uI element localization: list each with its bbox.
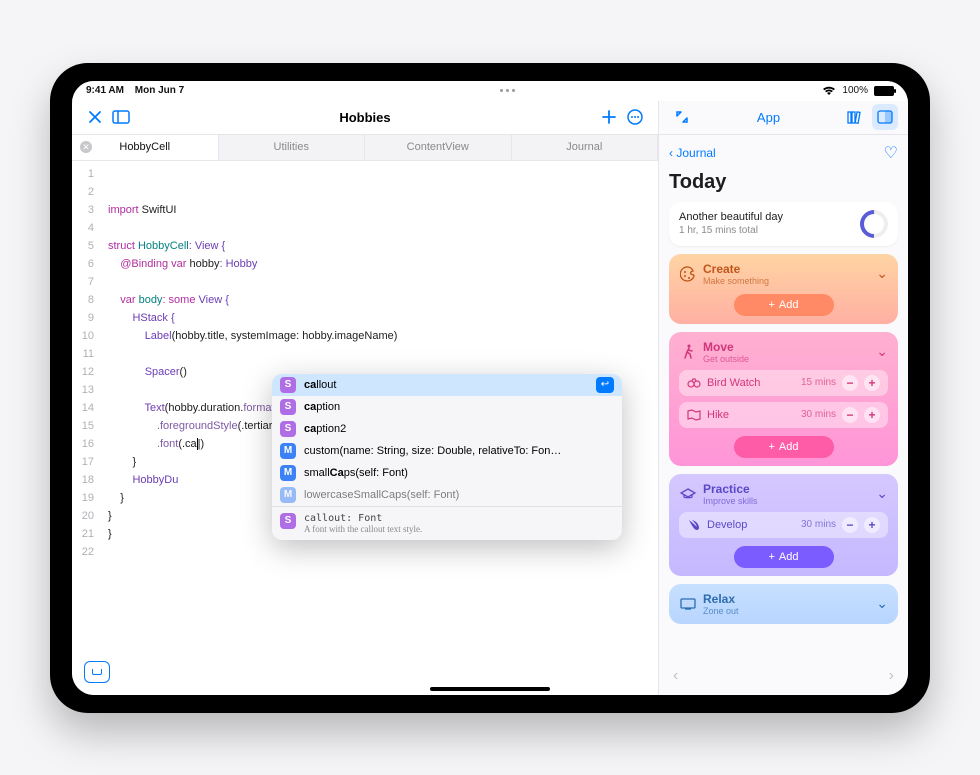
walk-icon — [679, 343, 697, 361]
editor-toolbar: Hobbies — [72, 101, 658, 135]
ipad-frame: 9:41 AM Mon Jun 7 100% Hobbies — [50, 63, 930, 713]
heading-today: Today — [669, 171, 898, 194]
battery-icon — [874, 86, 894, 96]
chevron-down-icon[interactable]: ⌄ — [876, 343, 888, 360]
accept-icon[interactable]: ↩ — [596, 377, 614, 393]
tv-icon — [679, 595, 697, 613]
nav-forward-icon[interactable]: › — [889, 667, 894, 685]
summary-card[interactable]: Another beautiful day 1 hr, 15 mins tota… — [669, 202, 898, 246]
wifi-icon — [822, 86, 836, 96]
swift-icon — [687, 518, 701, 532]
category-practice[interactable]: PracticeImprove skills ⌄ Develop 30 mins… — [669, 474, 898, 576]
add-button[interactable]: + Add — [734, 436, 834, 458]
plus-button[interactable]: + — [864, 375, 880, 391]
add-button[interactable]: + Add — [734, 294, 834, 316]
preview-toolbar: App — [659, 101, 908, 135]
summary-line2: 1 hr, 15 mins total — [679, 225, 783, 236]
category-create[interactable]: CreateMake something ⌄ + Add — [669, 254, 898, 324]
favorite-icon[interactable]: ♡ — [884, 143, 898, 163]
binoculars-icon — [687, 378, 701, 388]
hobby-item[interactable]: Hike 30 mins − + — [679, 402, 888, 428]
category-move[interactable]: MoveGet outside ⌄ Bird Watch 15 mins − + — [669, 332, 898, 466]
tab-close-icon[interactable]: ✕ — [80, 141, 92, 153]
status-date: Mon Jun 7 — [135, 85, 184, 96]
plus-button[interactable]: + — [864, 517, 880, 533]
multitask-dots[interactable] — [500, 89, 515, 92]
struct-badge-icon: S — [280, 421, 296, 437]
autocomplete-item[interactable]: M custom(name: String, size: Double, rel… — [272, 440, 622, 462]
graduation-cap-icon — [679, 485, 697, 503]
autocomplete-item[interactable]: S caption — [272, 396, 622, 418]
status-time: 9:41 AM — [86, 85, 124, 96]
autocomplete-item[interactable]: S callout ↩ — [272, 374, 622, 396]
category-relax[interactable]: RelaxZone out ⌄ — [669, 584, 898, 624]
sidebar-toggle-icon[interactable] — [108, 104, 134, 130]
preview-pane: App ‹ Journal ♡ Today — [658, 101, 908, 695]
library-button[interactable] — [84, 661, 110, 683]
tab-journal[interactable]: Journal — [512, 135, 659, 160]
tab-contentview[interactable]: ContentView — [365, 135, 512, 160]
minus-button[interactable]: − — [842, 517, 858, 533]
nav-back-icon[interactable]: ‹ — [673, 667, 678, 685]
method-badge-icon: M — [280, 465, 296, 481]
workspace: Hobbies ✕ HobbyCell Utilities ContentVie… — [72, 101, 908, 695]
close-icon[interactable] — [82, 104, 108, 130]
more-icon[interactable] — [622, 104, 648, 130]
home-indicator[interactable] — [430, 687, 550, 691]
autocomplete-doc: S callout: Font A font with the callout … — [272, 506, 622, 540]
add-button[interactable]: + Add — [734, 546, 834, 568]
preview-nav: ‹ › — [659, 667, 908, 685]
struct-badge-icon: S — [280, 377, 296, 393]
method-badge-icon: M — [280, 487, 296, 503]
progress-ring-icon — [854, 204, 894, 244]
method-badge-icon: M — [280, 443, 296, 459]
preview-title: App — [757, 110, 780, 125]
autocomplete-popup[interactable]: S callout ↩ S caption S caption2 M custo… — [272, 374, 622, 540]
minus-button[interactable]: − — [842, 375, 858, 391]
tab-utilities[interactable]: Utilities — [219, 135, 366, 160]
chevron-down-icon[interactable]: ⌄ — [876, 265, 888, 282]
hobby-item[interactable]: Bird Watch 15 mins − + — [679, 370, 888, 396]
library-icon[interactable] — [842, 104, 868, 130]
palette-icon — [679, 265, 697, 283]
editor-title: Hobbies — [134, 110, 596, 125]
editor-tabs: ✕ HobbyCell Utilities ContentView Journa… — [72, 135, 658, 161]
screen: 9:41 AM Mon Jun 7 100% Hobbies — [72, 81, 908, 695]
preview-body: ‹ Journal ♡ Today Another beautiful day … — [659, 135, 908, 695]
tab-hobbycell[interactable]: ✕ HobbyCell — [72, 135, 219, 160]
back-button[interactable]: ‹ Journal — [669, 146, 716, 160]
chevron-down-icon[interactable]: ⌄ — [876, 485, 888, 502]
hobby-item[interactable]: Develop 30 mins − + — [679, 512, 888, 538]
plus-button[interactable]: + — [864, 407, 880, 423]
battery-pct: 100% — [842, 85, 868, 96]
autocomplete-item[interactable]: M smallCaps(self: Font) — [272, 462, 622, 484]
expand-icon[interactable] — [669, 104, 695, 130]
status-bar: 9:41 AM Mon Jun 7 100% — [72, 81, 908, 101]
struct-badge-icon: S — [280, 513, 296, 529]
struct-badge-icon: S — [280, 399, 296, 415]
chevron-down-icon[interactable]: ⌄ — [876, 595, 888, 612]
summary-line1: Another beautiful day — [679, 211, 783, 223]
minus-button[interactable]: − — [842, 407, 858, 423]
autocomplete-item[interactable]: M lowercaseSmallCaps(self: Font) — [272, 484, 622, 506]
editor-pane: Hobbies ✕ HobbyCell Utilities ContentVie… — [72, 101, 658, 695]
line-gutter: 12345678910111213141516171819202122 — [72, 161, 100, 695]
map-icon — [687, 409, 701, 421]
preview-mode-icon[interactable] — [872, 104, 898, 130]
autocomplete-item[interactable]: S caption2 — [272, 418, 622, 440]
add-icon[interactable] — [596, 104, 622, 130]
